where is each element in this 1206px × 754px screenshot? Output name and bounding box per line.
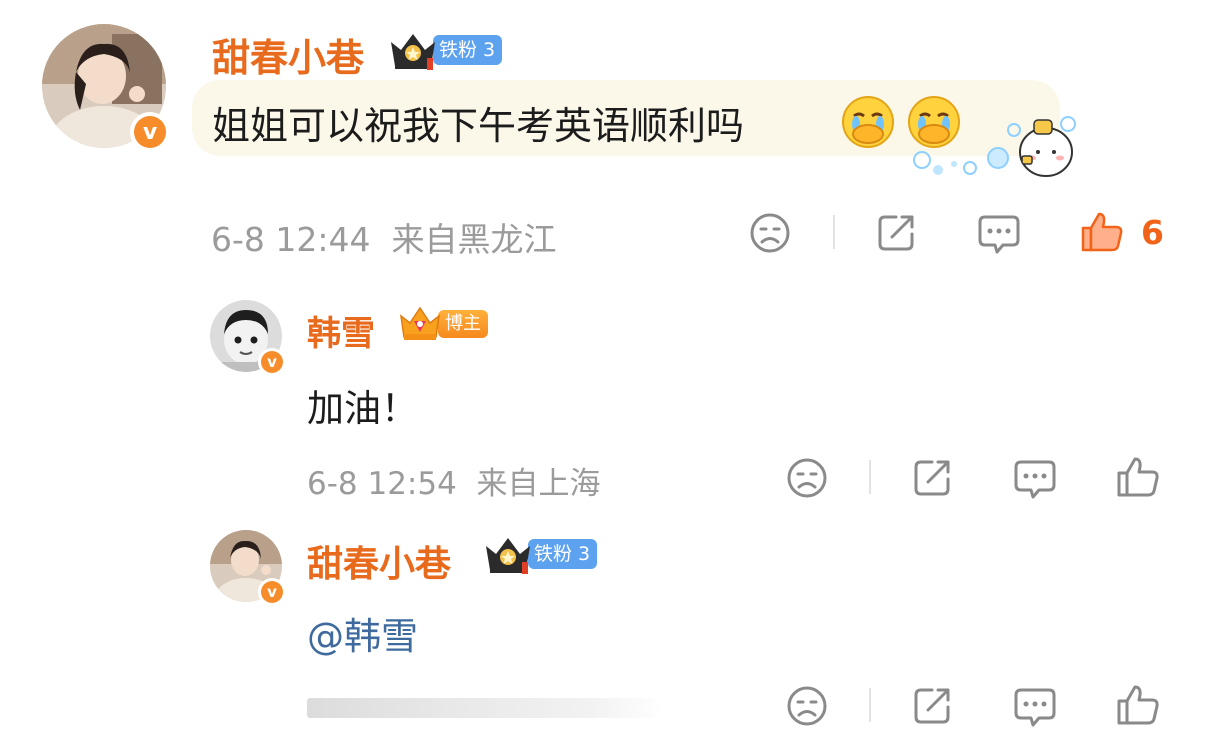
fan-badge: 铁粉 3 [387, 28, 503, 72]
reply-location: 来自上海 [476, 466, 601, 502]
like-count: 6 [1141, 213, 1164, 252]
dislike-icon[interactable] [786, 457, 828, 499]
share-icon[interactable] [912, 685, 954, 727]
fan-badge: 铁粉 3 [482, 532, 598, 576]
crown-icon [398, 304, 442, 344]
dislike-icon[interactable] [749, 212, 791, 254]
share-icon[interactable] [876, 212, 918, 254]
like-icon[interactable] [1116, 683, 1160, 727]
comment-icon[interactable] [977, 212, 1021, 256]
username[interactable]: 甜春小巷 [212, 27, 364, 82]
crown-icon [387, 28, 439, 72]
like-icon[interactable] [1116, 455, 1160, 499]
comment-time: 6-8 12:44 来自黑龙江 [211, 220, 557, 259]
divider [869, 460, 871, 494]
reply-time: 6-8 12:54 来自上海 [307, 466, 601, 502]
divider [833, 215, 835, 249]
crown-icon [482, 532, 534, 576]
dislike-icon[interactable] [786, 685, 828, 727]
comment-text: 姐姐可以祝我下午考英语顺利吗 [212, 104, 745, 148]
cartoon-bubbles-sticker-icon [908, 112, 1080, 184]
like-icon[interactable] [1080, 210, 1124, 254]
username[interactable]: 韩雪 [307, 306, 375, 355]
fan-level-tag: 铁粉 3 [528, 539, 598, 569]
divider [869, 688, 871, 722]
redacted-meta [307, 698, 663, 718]
verified-badge-icon: v [258, 348, 286, 376]
comment-icon[interactable] [1013, 685, 1057, 729]
reply-text: 加油！ [307, 387, 418, 430]
comment-icon[interactable] [1013, 457, 1057, 501]
comment-location: 来自黑龙江 [391, 220, 557, 259]
verified-badge-icon: v [258, 578, 286, 606]
verified-badge-icon: v [130, 112, 170, 152]
blogger-badge: 博主 [398, 304, 488, 344]
fan-level-tag: 铁粉 3 [433, 35, 503, 65]
username[interactable]: 甜春小巷 [307, 535, 451, 587]
mention-link[interactable]: @韩雪 [307, 606, 418, 660]
crying-covering-mouth-emoji-icon [840, 94, 896, 150]
blogger-tag: 博主 [438, 310, 488, 338]
share-icon[interactable] [912, 457, 954, 499]
